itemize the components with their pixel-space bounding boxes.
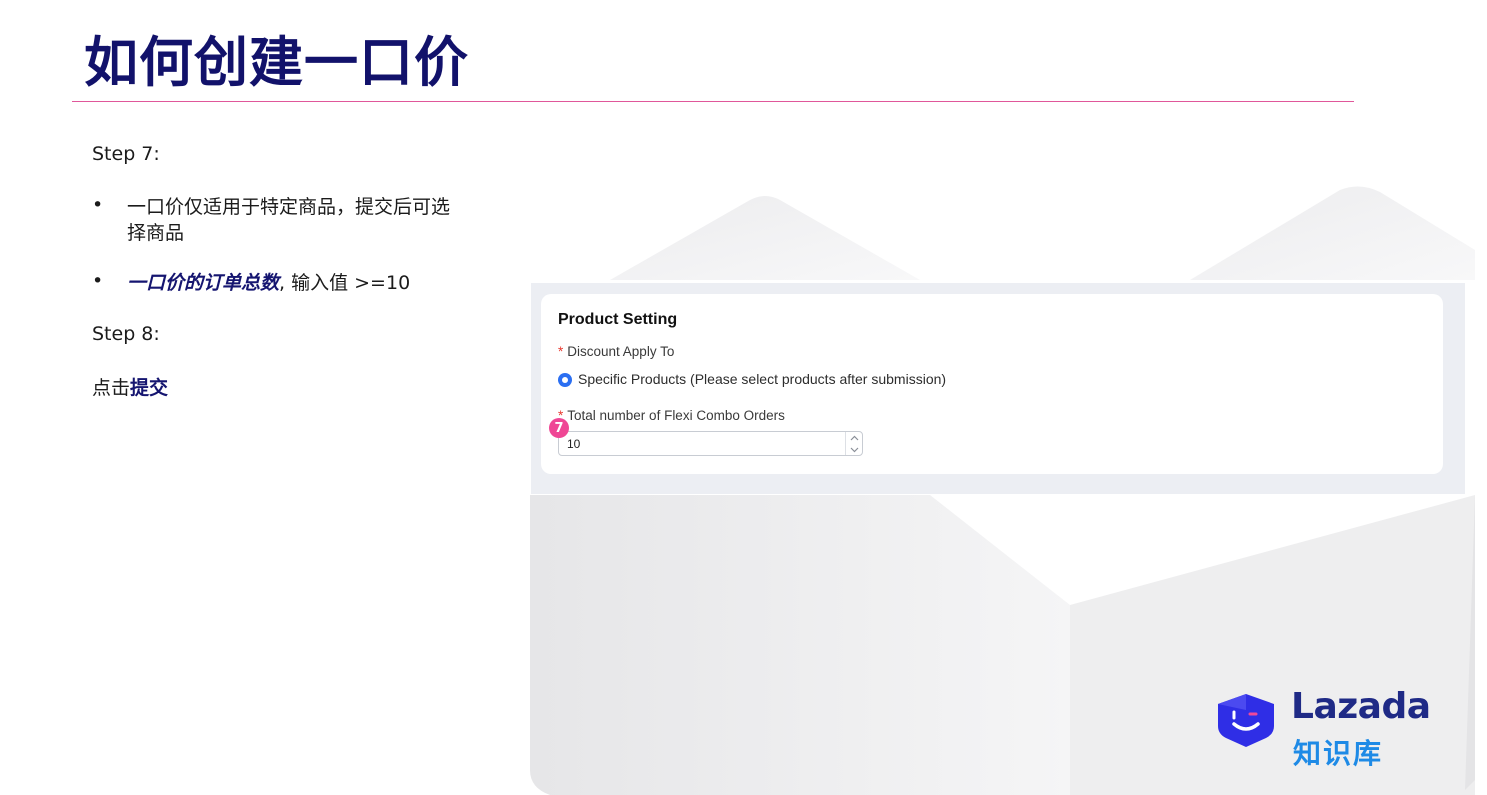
total-orders-label: * Total number of Flexi Combo Orders <box>558 408 785 423</box>
bullet-text-2: 一口价的订单总数, 输入值 >=10 <box>127 270 457 296</box>
bullet-emphasis: 一口价的订单总数 <box>127 272 280 294</box>
step-8-label: Step 8: <box>92 323 160 345</box>
step-badge: 7 <box>549 418 569 438</box>
title-divider <box>72 101 1354 102</box>
bullet-icon: • <box>92 270 104 292</box>
increment-button[interactable] <box>846 432 862 443</box>
total-orders-value: 10 <box>567 437 581 451</box>
product-setting-card: Product Setting * Discount Apply To Speci… <box>541 294 1443 474</box>
discount-apply-to-text: Discount Apply To <box>567 344 675 359</box>
bullet-rest: , 输入值 >=10 <box>279 272 411 294</box>
discount-apply-to-label: * Discount Apply To <box>558 344 674 359</box>
bullet-icon: • <box>92 194 104 216</box>
number-stepper <box>845 432 862 455</box>
page-title: 如何创建一口价 <box>84 31 469 94</box>
lazada-logo: Lazada 知识库 <box>1212 686 1431 770</box>
required-asterisk: * <box>558 344 564 359</box>
bullet-text-1: 一口价仅适用于特定商品，提交后可选择商品 <box>127 196 451 244</box>
product-setting-title: Product Setting <box>558 311 678 328</box>
specific-products-label[interactable]: Specific Products (Please select product… <box>578 371 946 387</box>
click-prefix: 点击 <box>92 377 131 399</box>
step-7-label: Step 7: <box>92 143 160 165</box>
total-orders-text: Total number of Flexi Combo Orders <box>567 408 785 423</box>
total-orders-input[interactable]: 10 <box>558 431 863 456</box>
decrement-button[interactable] <box>846 444 862 455</box>
click-submit-instruction: 点击提交 <box>92 373 168 400</box>
lazada-heart-icon <box>1218 694 1274 747</box>
chevron-up-icon <box>850 435 858 440</box>
chevron-down-icon <box>850 447 858 452</box>
knowledge-base-label: 知识库 <box>1293 737 1384 770</box>
lazada-wordmark: Lazada <box>1291 686 1431 727</box>
submit-emphasis: 提交 <box>130 377 169 399</box>
specific-products-radio[interactable] <box>558 373 572 387</box>
